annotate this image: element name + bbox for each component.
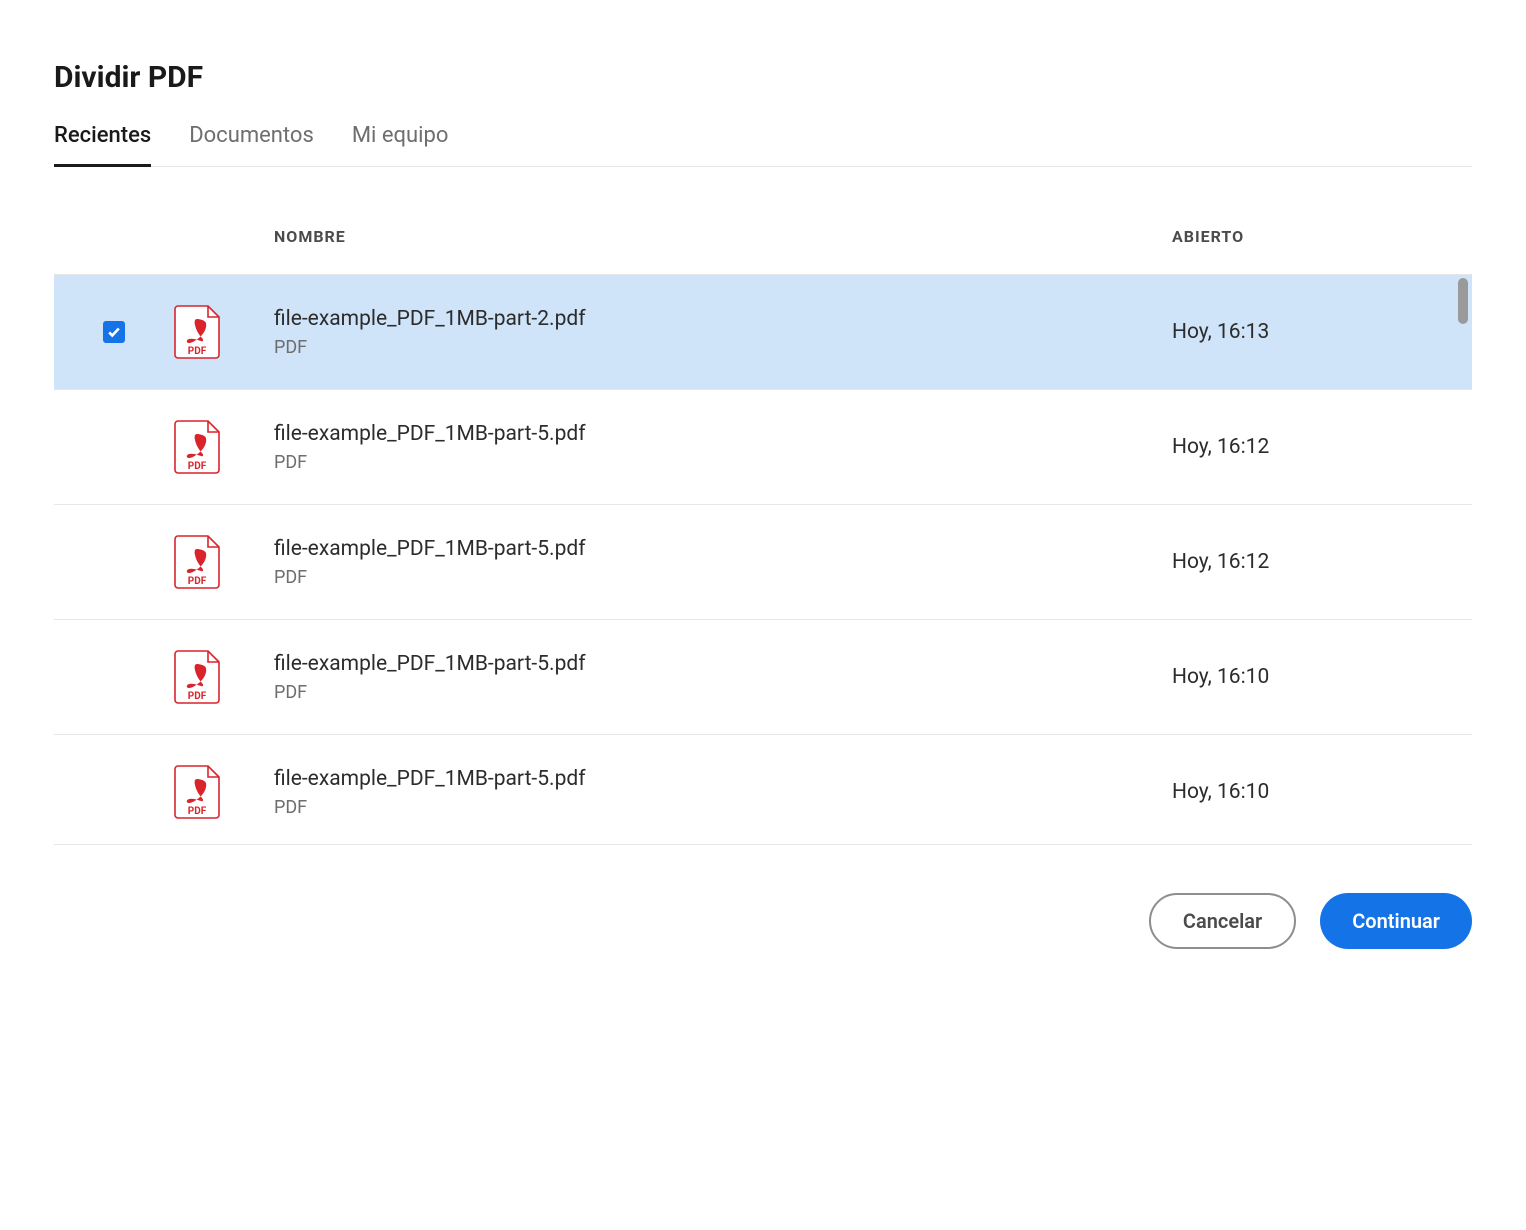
table-row[interactable]: PDF file-example_PDF_1MB-part-5.pdf PDF … — [54, 389, 1472, 504]
svg-text:PDF: PDF — [188, 806, 207, 817]
pdf-file-icon: PDF — [174, 650, 220, 704]
svg-text:PDF: PDF — [188, 346, 207, 357]
checkmark-icon — [107, 325, 121, 339]
dialog-footer: Cancelar Continuar — [54, 893, 1472, 949]
file-list: PDF file-example_PDF_1MB-part-2.pdf PDF … — [54, 274, 1472, 844]
pdf-file-icon: PDF — [174, 420, 220, 474]
tab-mi-equipo[interactable]: Mi equipo — [352, 123, 449, 166]
file-opened: Hoy, 16:13 — [1172, 320, 1472, 344]
pdf-file-icon: PDF — [174, 305, 220, 359]
table-row[interactable]: PDF file-example_PDF_1MB-part-5.pdf PDF … — [54, 504, 1472, 619]
file-opened: Hoy, 16:10 — [1172, 665, 1472, 689]
file-type: PDF — [274, 452, 1172, 473]
column-header-opened[interactable]: ABIERTO — [1172, 227, 1472, 246]
scrollbar-thumb[interactable] — [1458, 278, 1468, 324]
page-title: Dividir PDF — [54, 60, 1472, 95]
pdf-file-icon: PDF — [174, 765, 220, 819]
file-type: PDF — [274, 567, 1172, 588]
svg-text:PDF: PDF — [188, 576, 207, 587]
cancel-button[interactable]: Cancelar — [1149, 893, 1296, 949]
tab-documentos[interactable]: Documentos — [189, 123, 314, 166]
file-type: PDF — [274, 682, 1172, 703]
file-type: PDF — [274, 797, 1172, 818]
file-opened: Hoy, 16:10 — [1172, 780, 1472, 804]
pdf-file-icon: PDF — [174, 535, 220, 589]
tabs: Recientes Documentos Mi equipo — [54, 123, 1472, 167]
table-header: NOMBRE ABIERTO — [54, 207, 1472, 274]
file-name: file-example_PDF_1MB-part-5.pdf — [274, 422, 1172, 446]
tab-recientes[interactable]: Recientes — [54, 123, 151, 166]
file-opened: Hoy, 16:12 — [1172, 550, 1472, 574]
table-row[interactable]: PDF file-example_PDF_1MB-part-5.pdf PDF … — [54, 734, 1472, 844]
file-opened: Hoy, 16:12 — [1172, 435, 1472, 459]
svg-text:PDF: PDF — [188, 461, 207, 472]
continue-button[interactable]: Continuar — [1320, 893, 1472, 949]
file-table: NOMBRE ABIERTO PDF file-example_PDF_1MB-… — [54, 207, 1472, 845]
file-name: file-example_PDF_1MB-part-5.pdf — [274, 652, 1172, 676]
file-name: file-example_PDF_1MB-part-2.pdf — [274, 307, 1172, 331]
row-checkbox[interactable] — [103, 321, 125, 343]
table-row[interactable]: PDF file-example_PDF_1MB-part-5.pdf PDF … — [54, 619, 1472, 734]
file-type: PDF — [274, 337, 1172, 358]
file-name: file-example_PDF_1MB-part-5.pdf — [274, 537, 1172, 561]
svg-text:PDF: PDF — [188, 691, 207, 702]
column-header-name[interactable]: NOMBRE — [274, 227, 1172, 246]
file-name: file-example_PDF_1MB-part-5.pdf — [274, 767, 1172, 791]
table-row[interactable]: PDF file-example_PDF_1MB-part-2.pdf PDF … — [54, 274, 1472, 389]
